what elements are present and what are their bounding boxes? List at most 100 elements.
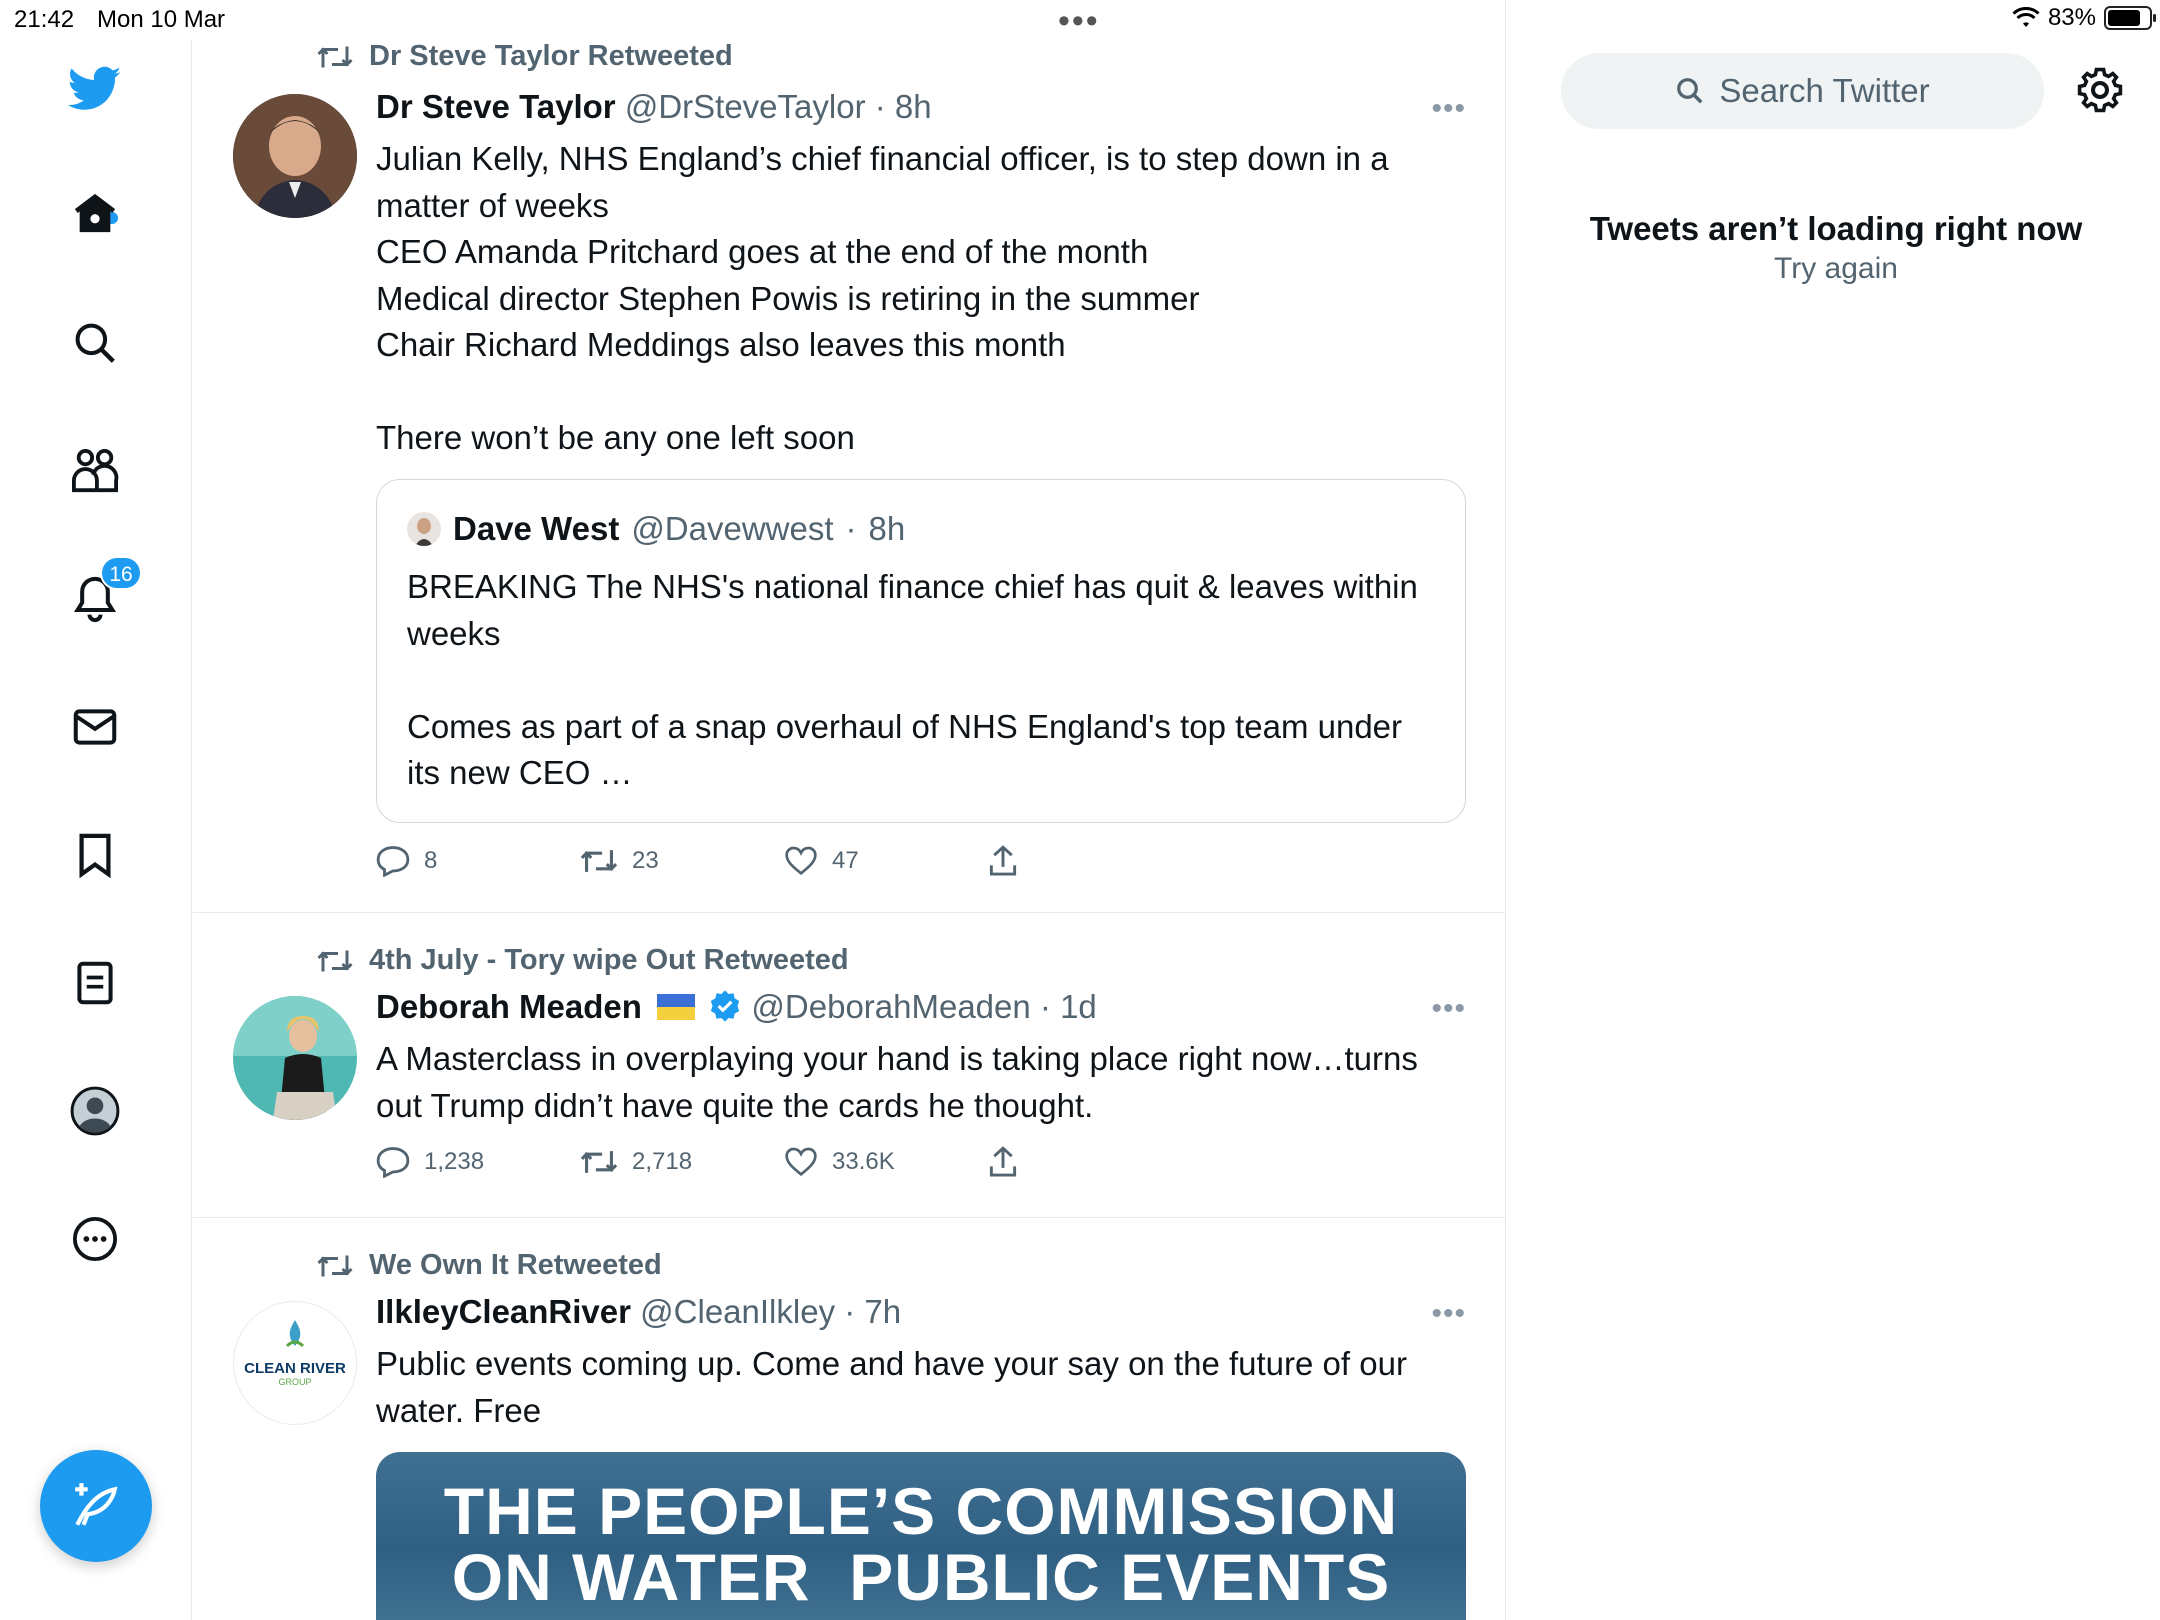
clean-river-logo-icon: [285, 1320, 305, 1348]
twitter-logo-icon[interactable]: [66, 60, 124, 118]
avatar-org-name: CLEAN RIVER: [244, 1360, 346, 1377]
status-time: 21:42: [14, 6, 75, 33]
author-handle[interactable]: @DrSteveTaylor: [625, 88, 866, 125]
ukraine-flag-icon: [657, 994, 696, 1020]
wifi-icon: [2012, 7, 2040, 27]
retweeted-by[interactable]: Dr Steve Taylor Retweeted: [369, 40, 733, 73]
settings-gear-icon[interactable]: [2076, 66, 2124, 119]
tweet-actions: 1,238 2,718 33.6K: [376, 1146, 1192, 1178]
like-button[interactable]: 47: [784, 845, 988, 877]
retweet-icon: [580, 1151, 618, 1173]
tweet-media-image[interactable]: THE PEOPLE’S COMMISSION ON WATER PUBLIC …: [376, 1452, 1466, 1620]
status-right: 83%: [2012, 4, 2156, 32]
share-button[interactable]: [988, 1146, 1192, 1178]
retweet-context: 4th July - Tory wipe Out Retweeted: [317, 944, 849, 977]
quote-author-handle: @Davewwest: [631, 510, 834, 547]
home-timeline: Dr Steve Taylor Retweeted Dr Steve Taylo…: [193, 0, 1506, 1620]
reply-button[interactable]: 8: [376, 845, 580, 877]
author-name[interactable]: IlkleyCleanRiver: [376, 1293, 631, 1330]
like-count: 33.6K: [832, 1148, 895, 1175]
quote-text: BREAKING The NHS's national finance chie…: [407, 568, 1418, 791]
tweet-actions: 8 23 47: [376, 845, 1192, 877]
retweet-small-icon: [317, 950, 353, 971]
tweet[interactable]: We Own It Retweeted CLEAN RIVER GROUP Il…: [193, 1219, 1505, 1620]
media-text-line2: ON WATER PUBLIC EVENTS: [451, 1540, 1391, 1614]
compose-tweet-button[interactable]: [40, 1450, 152, 1562]
messages-icon[interactable]: [66, 698, 124, 756]
reply-icon: [376, 846, 410, 877]
media-text: THE PEOPLE’S COMMISSION ON WATER PUBLIC …: [376, 1478, 1466, 1610]
tweet-text: Julian Kelly, NHS England’s chief financ…: [376, 140, 1389, 456]
tweet-header: Dr Steve Taylor @DrSteveTaylor · 8h: [376, 88, 932, 126]
retweet-small-icon: [317, 1255, 353, 1276]
avatar[interactable]: [233, 996, 357, 1120]
tweet-more-icon[interactable]: •••: [1431, 92, 1466, 126]
author-handle[interactable]: @DeborahMeaden: [751, 988, 1030, 1025]
retweet-count: 2,718: [632, 1148, 693, 1175]
tweet-header: Deborah Meaden @DeborahMeaden · 1d: [376, 988, 1097, 1026]
retweet-context: We Own It Retweeted: [317, 1249, 662, 1282]
media-text-line1: THE PEOPLE’S COMMISSION: [443, 1474, 1399, 1548]
home-icon[interactable]: [66, 184, 124, 242]
battery-icon: [2104, 6, 2156, 30]
retweeted-by[interactable]: We Own It Retweeted: [369, 1249, 662, 1282]
tweet[interactable]: Dr Steve Taylor Retweeted Dr Steve Taylo…: [193, 0, 1505, 913]
retweet-button[interactable]: 23: [580, 845, 784, 877]
quote-header: Dave West @Davewwest · 8h: [407, 510, 905, 548]
battery-percent: 83%: [2047, 4, 2096, 31]
tweet-time[interactable]: 7h: [864, 1293, 901, 1330]
reply-button[interactable]: 1,238: [376, 1146, 580, 1178]
tweet-more-icon[interactable]: •••: [1431, 992, 1466, 1026]
like-button[interactable]: 33.6K: [784, 1146, 988, 1178]
communities-icon[interactable]: [66, 442, 124, 500]
compose-feather-icon: [75, 1483, 118, 1526]
quoted-tweet[interactable]: Dave West @Davewwest · 8h BREAKING The NHS…: [376, 479, 1466, 823]
author-name[interactable]: Deborah Meaden: [376, 988, 642, 1025]
notifications-badge: 16: [100, 556, 142, 590]
time-separator: ·: [835, 1293, 865, 1330]
search-placeholder: Search Twitter: [1719, 72, 1930, 109]
quote-avatar: [407, 512, 441, 546]
retweet-context: Dr Steve Taylor Retweeted: [317, 40, 733, 73]
profile-avatar-icon[interactable]: [66, 1082, 124, 1140]
author-name[interactable]: Dr Steve Taylor: [376, 88, 616, 125]
lists-icon[interactable]: [66, 954, 124, 1012]
tweet-text: Public events coming up. Come and have y…: [376, 1345, 1417, 1429]
verified-badge-icon: [711, 990, 740, 1022]
share-button[interactable]: [988, 845, 1192, 877]
author-handle[interactable]: @CleanIlkley: [640, 1293, 835, 1330]
heart-icon: [785, 846, 817, 876]
tweet-time[interactable]: 1d: [1060, 988, 1097, 1025]
share-icon: [989, 1146, 1017, 1177]
time-separator: ·: [1030, 988, 1061, 1025]
retweeted-by[interactable]: 4th July - Tory wipe Out Retweeted: [369, 944, 849, 977]
reply-count: 1,238: [424, 1148, 485, 1175]
search-icon[interactable]: [66, 314, 124, 372]
tweet-header: IlkleyCleanRiver @CleanIlkley · 7h: [376, 1293, 901, 1331]
time-separator: ·: [865, 88, 895, 125]
quote-time: 8h: [868, 510, 906, 547]
sidebar: 16: [0, 40, 192, 1620]
reply-count: 8: [424, 847, 438, 874]
quote-author-name: Dave West: [453, 510, 620, 547]
bookmarks-icon[interactable]: [66, 826, 124, 884]
reply-icon: [376, 1147, 410, 1178]
tweet-text: A Masterclass in overplaying your hand i…: [376, 1040, 1428, 1124]
quote-time-separator: ·: [845, 510, 857, 547]
retweet-button[interactable]: 2,718: [580, 1146, 784, 1178]
retweet-small-icon: [317, 46, 353, 67]
avatar[interactable]: [233, 94, 357, 218]
trends-error-title: Tweets aren’t loading right now: [1589, 210, 2083, 247]
avatar[interactable]: CLEAN RIVER GROUP: [233, 1301, 357, 1425]
retweet-icon: [580, 850, 618, 872]
tweet-more-icon[interactable]: •••: [1431, 1297, 1466, 1331]
search-icon: [1677, 78, 1703, 104]
try-again-link[interactable]: Try again: [1530, 252, 2142, 286]
tweet[interactable]: 4th July - Tory wipe Out Retweeted Debor…: [193, 914, 1505, 1218]
more-options-icon[interactable]: [66, 1210, 124, 1268]
tweet-time[interactable]: 8h: [895, 88, 932, 125]
share-icon: [989, 845, 1017, 876]
like-count: 47: [832, 847, 859, 874]
retweet-count: 23: [632, 847, 659, 874]
search-input[interactable]: Search Twitter: [1561, 53, 2044, 129]
